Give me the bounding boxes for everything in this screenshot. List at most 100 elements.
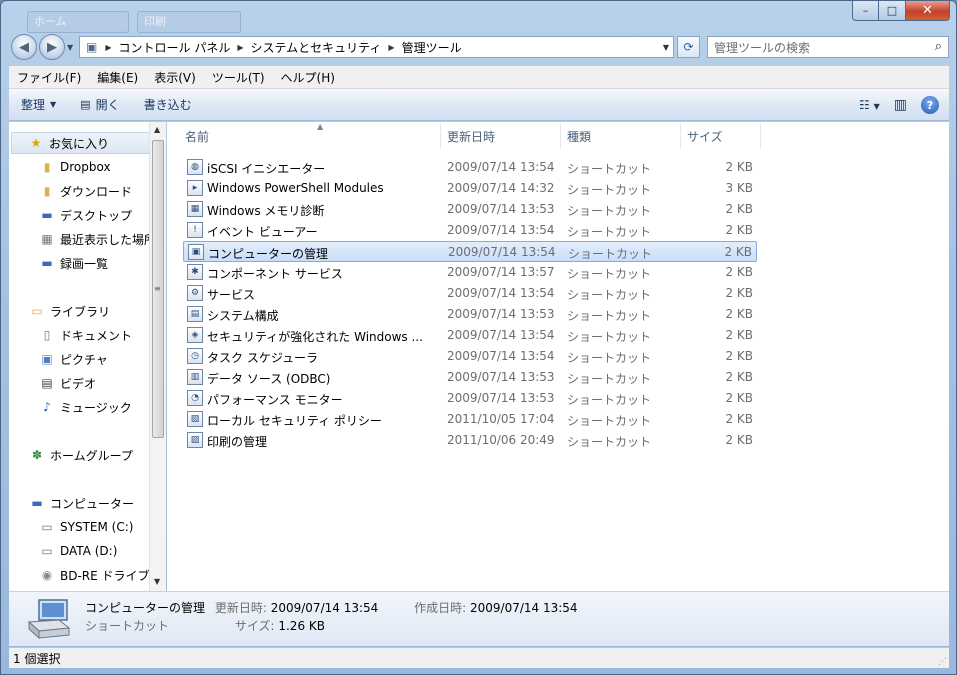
- nav-item-drive-d[interactable]: ▭ DATA (D:): [9, 540, 117, 562]
- file-size: 2 KB: [725, 349, 753, 363]
- nav-item-label: SYSTEM (C:): [60, 520, 134, 534]
- burn-label: 書き込む: [143, 98, 192, 112]
- iscsi-icon: ◍: [187, 159, 203, 175]
- file-type: ショートカット: [567, 372, 652, 386]
- help-button[interactable]: ?: [921, 96, 939, 114]
- file-row-firewall[interactable]: ◈ セキュリティが強化された Windows ... 2009/07/14 13…: [183, 325, 757, 346]
- file-size: 2 KB: [725, 433, 753, 447]
- file-date: 2009/07/14 13:54: [447, 160, 555, 174]
- file-size: 2 KB: [725, 391, 753, 405]
- nav-item-pictures[interactable]: ▣ ピクチャ: [9, 348, 108, 370]
- file-row-powershell[interactable]: ▸ Windows PowerShell Modules 2009/07/14 …: [183, 178, 757, 199]
- back-button[interactable]: ◀: [11, 34, 37, 60]
- nav-homegroup[interactable]: ✽ ホームグループ: [9, 444, 133, 466]
- command-bar: 整理 ▼ ▤ 開く 書き込む ☷ ▼ ▥ ?: [9, 89, 949, 121]
- nav-item-label: BD-RE ドライブ: [60, 568, 150, 583]
- file-name: パフォーマンス モニター: [207, 393, 343, 407]
- file-name: イベント ビューアー: [207, 225, 318, 239]
- nav-item-label: ビデオ: [60, 376, 97, 391]
- nav-item-label: ピクチャ: [60, 352, 108, 367]
- file-row-local-security-policy[interactable]: ▧ ローカル セキュリティ ポリシー 2011/10/05 17:04 ショート…: [183, 409, 757, 430]
- scroll-down-icon[interactable]: ▼: [154, 577, 160, 586]
- file-row-computer-management[interactable]: ▣ コンピューターの管理 2009/07/14 13:54 ショートカット 2 …: [183, 241, 757, 262]
- search-icon[interactable]: ⌕: [935, 39, 942, 54]
- forward-button[interactable]: ▶: [39, 34, 65, 60]
- breadcrumb-system-security[interactable]: システムとセキュリティ: [247, 39, 384, 56]
- open-button[interactable]: ▤ 開く: [68, 96, 131, 113]
- menu-file[interactable]: ファイル(F): [9, 69, 89, 86]
- breadcrumb-admin-tools[interactable]: 管理ツール: [399, 39, 465, 56]
- file-row-system-configuration[interactable]: ▤ システム構成 2009/07/14 13:53 ショートカット 2 KB: [183, 304, 757, 325]
- nav-computer[interactable]: ▬ コンピューター: [9, 492, 134, 514]
- address-bar[interactable]: ▣ ▶ コントロール パネル ▶ システムとセキュリティ ▶ 管理ツール ▼: [79, 36, 674, 58]
- organize-label: 整理: [21, 98, 46, 112]
- address-dropdown-icon[interactable]: ▼: [663, 43, 669, 52]
- file-row-print-management[interactable]: ▨ 印刷の管理 2011/10/06 20:49 ショートカット 2 KB: [183, 430, 757, 451]
- details-file-type: ショートカット: [85, 619, 170, 633]
- breadcrumb-separator-icon[interactable]: ▶: [384, 43, 398, 52]
- nav-item-dropbox[interactable]: ▮ Dropbox: [9, 156, 111, 178]
- file-date: 2009/07/14 13:54: [447, 349, 555, 363]
- file-row-component-services[interactable]: ✱ コンポーネント サービス 2009/07/14 13:57 ショートカット …: [183, 262, 757, 283]
- breadcrumb-control-panel[interactable]: コントロール パネル: [116, 39, 234, 56]
- file-date: 2009/07/14 13:53: [447, 307, 555, 321]
- close-button[interactable]: ✕: [906, 1, 950, 21]
- navigation-scrollbar[interactable]: ▲ ≡ ▼: [149, 122, 166, 591]
- burn-button[interactable]: 書き込む: [132, 96, 204, 113]
- event-viewer-icon: !: [187, 222, 203, 238]
- refresh-button[interactable]: ⟳: [677, 36, 700, 58]
- file-row-event-viewer[interactable]: ! イベント ビューアー 2009/07/14 13:54 ショートカット 2 …: [183, 220, 757, 241]
- nav-item-drive-c[interactable]: ▭ SYSTEM (C:): [9, 516, 133, 538]
- resize-grip-icon[interactable]: ⋰: [938, 657, 947, 667]
- menu-view[interactable]: 表示(V): [146, 69, 204, 86]
- breadcrumb-separator-icon[interactable]: ▶: [233, 43, 247, 52]
- nav-item-music[interactable]: ♪ ミュージック: [9, 396, 132, 418]
- file-row-odbc[interactable]: ▥ データ ソース (ODBC) 2009/07/14 13:53 ショートカッ…: [183, 367, 757, 388]
- column-header-name[interactable]: 名前 ▲: [179, 122, 441, 148]
- file-row-memory-diagnostic[interactable]: ▦ Windows メモリ診断 2009/07/14 13:53 ショートカット…: [183, 199, 757, 220]
- file-row-performance-monitor[interactable]: ◔ パフォーマンス モニター 2009/07/14 13:53 ショートカット …: [183, 388, 757, 409]
- details-pane: コンピューターの管理 更新日時: 2009/07/14 13:54 作成日時: …: [9, 591, 949, 646]
- explorer-window: ホーム 印刷 – □ ✕ ◀ ▶ ▼ ▣ ▶ コントロール パネル ▶ システム…: [0, 0, 957, 675]
- file-size: 2 KB: [725, 307, 753, 321]
- file-name: Windows PowerShell Modules: [207, 181, 384, 195]
- file-name: タスク スケジューラ: [207, 351, 318, 365]
- recent-pages-dropdown[interactable]: ▼: [67, 43, 73, 52]
- nav-item-videos[interactable]: ▤ ビデオ: [9, 372, 96, 394]
- search-box[interactable]: 管理ツールの検索 ⌕: [707, 36, 949, 58]
- nav-item-documents[interactable]: ▯ ドキュメント: [9, 324, 132, 346]
- nav-item-label: 最近表示した場所: [60, 232, 157, 247]
- file-row-services[interactable]: ⚙ サービス 2009/07/14 13:54 ショートカット 2 KB: [183, 283, 757, 304]
- nav-item-label: 録画一覧: [60, 256, 109, 271]
- nav-item-label: ドキュメント: [60, 328, 133, 343]
- preview-pane-button[interactable]: ▥: [894, 97, 907, 113]
- menu-help[interactable]: ヘルプ(H): [273, 69, 343, 86]
- menu-edit[interactable]: 編集(E): [89, 69, 146, 86]
- file-size: 2 KB: [725, 328, 753, 342]
- column-header-size[interactable]: サイズ: [681, 124, 761, 148]
- breadcrumb-separator-icon[interactable]: ▶: [101, 43, 115, 52]
- file-row-task-scheduler[interactable]: ◷ タスク スケジューラ 2009/07/14 13:54 ショートカット 2 …: [183, 346, 757, 367]
- change-view-button[interactable]: ☷ ▼: [859, 98, 880, 112]
- details-view-icon: ☷: [859, 98, 870, 112]
- nav-item-bd-drive[interactable]: ◉ BD-RE ドライブ: [9, 564, 150, 586]
- column-header-type[interactable]: 種類: [561, 124, 681, 148]
- menu-tools[interactable]: ツール(T): [204, 69, 273, 86]
- nav-item-desktop[interactable]: ▬ デスクトップ: [9, 204, 132, 226]
- maximize-button[interactable]: □: [879, 1, 906, 21]
- nav-libraries[interactable]: ▭ ライブラリ: [9, 300, 110, 322]
- organize-button[interactable]: 整理 ▼: [9, 96, 68, 113]
- details-created-label: 作成日時:: [414, 601, 467, 615]
- firewall-icon: ◈: [187, 327, 203, 343]
- minimize-button[interactable]: –: [852, 1, 879, 21]
- nav-item-downloads[interactable]: ▮ ダウンロード: [9, 180, 132, 202]
- music-icon: ♪: [43, 400, 51, 414]
- nav-item-recorded-tv[interactable]: ▬ 録画一覧: [9, 252, 108, 274]
- nav-favorites[interactable]: ★ お気に入り: [11, 132, 151, 154]
- column-header-date[interactable]: 更新日時: [441, 124, 561, 148]
- nav-item-recent-places[interactable]: ▦ 最近表示した場所: [9, 228, 156, 250]
- scroll-up-icon[interactable]: ▲: [154, 125, 160, 134]
- file-date: 2009/07/14 13:57: [447, 265, 555, 279]
- file-row-iscsi[interactable]: ◍ iSCSI イニシエーター 2009/07/14 13:54 ショートカット…: [183, 157, 757, 178]
- file-name: 印刷の管理: [207, 435, 268, 449]
